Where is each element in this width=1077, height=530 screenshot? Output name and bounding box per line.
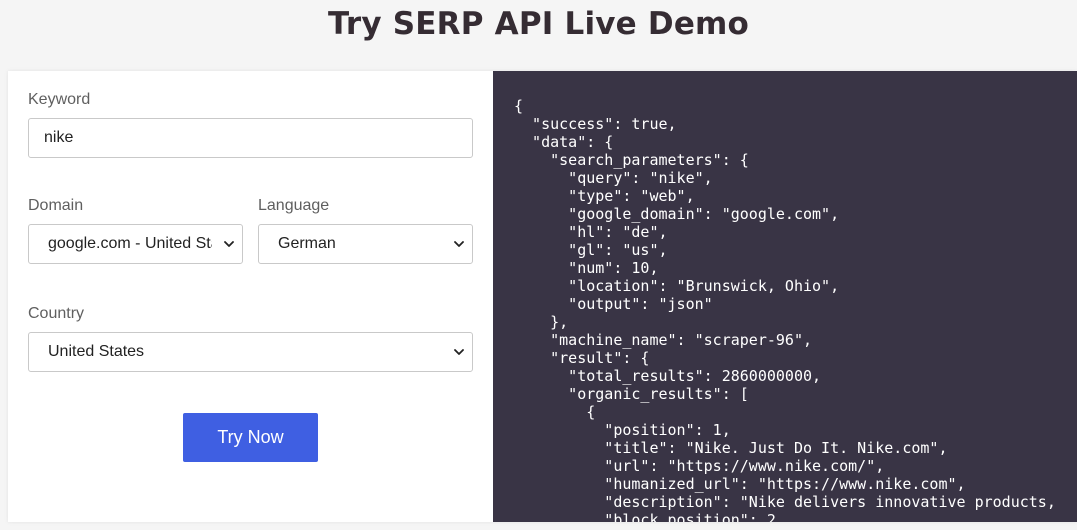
json-line: "success": true, — [514, 115, 677, 133]
json-line: "output": "json" — [514, 295, 713, 313]
page-title: Try SERP API Live Demo — [327, 6, 750, 42]
keyword-label: Keyword — [28, 91, 91, 108]
json-line: "num": 10, — [514, 259, 659, 277]
json-line: "total_results": 2860000000, — [514, 367, 822, 385]
language-selected-value: German — [278, 235, 336, 252]
json-line: "hl": "de", — [514, 223, 668, 241]
domain-label: Domain — [28, 197, 84, 214]
domain-selected-value: google.com - United States — [48, 235, 212, 252]
json-line: "search_parameters": { — [514, 151, 749, 169]
json-line: "organic_results": [ — [514, 385, 749, 403]
language-select[interactable]: German — [258, 224, 473, 264]
country-select[interactable]: United States — [28, 332, 473, 372]
json-line: { — [514, 97, 524, 115]
json-line: "humanized_url": "https://www.nike.com", — [514, 475, 966, 493]
json-line: "url": "https://www.nike.com/", — [514, 457, 885, 475]
chevron-down-icon — [224, 241, 234, 247]
json-line: "type": "web", — [514, 187, 695, 205]
json-line: "position": 1, — [514, 421, 731, 439]
json-line: "block_position": 2 — [514, 511, 776, 522]
json-line: "data": { — [514, 133, 614, 151]
try-now-button[interactable]: Try Now — [183, 413, 318, 462]
domain-select[interactable]: google.com - United States — [28, 224, 243, 264]
json-line: "machine_name": "scraper-96", — [514, 331, 813, 349]
demo-panel: Keyword nike Domain google.com - United … — [8, 71, 1077, 522]
json-response-code: { "success": true, "data": { "search_par… — [514, 97, 1056, 522]
chevron-down-icon — [454, 349, 464, 355]
json-line: { — [514, 403, 596, 421]
json-line: "gl": "us", — [514, 241, 668, 259]
chevron-down-icon — [454, 241, 464, 247]
json-line: "result": { — [514, 349, 650, 367]
json-line: "location": "Brunswick, Ohio", — [514, 277, 840, 295]
keyword-input[interactable]: nike — [28, 118, 473, 158]
country-label: Country — [28, 305, 85, 322]
request-form: Keyword nike Domain google.com - United … — [8, 71, 493, 522]
json-line: }, — [514, 313, 569, 331]
json-line: "query": "nike", — [514, 169, 713, 187]
json-line: "google_domain": "google.com", — [514, 205, 840, 223]
language-label: Language — [258, 197, 330, 214]
json-line: "title": "Nike. Just Do It. Nike.com", — [514, 439, 948, 457]
json-line: "description": "Nike delivers innovative… — [514, 493, 1056, 511]
country-selected-value: United States — [48, 343, 145, 360]
json-response-panel[interactable]: { "success": true, "data": { "search_par… — [493, 71, 1077, 522]
